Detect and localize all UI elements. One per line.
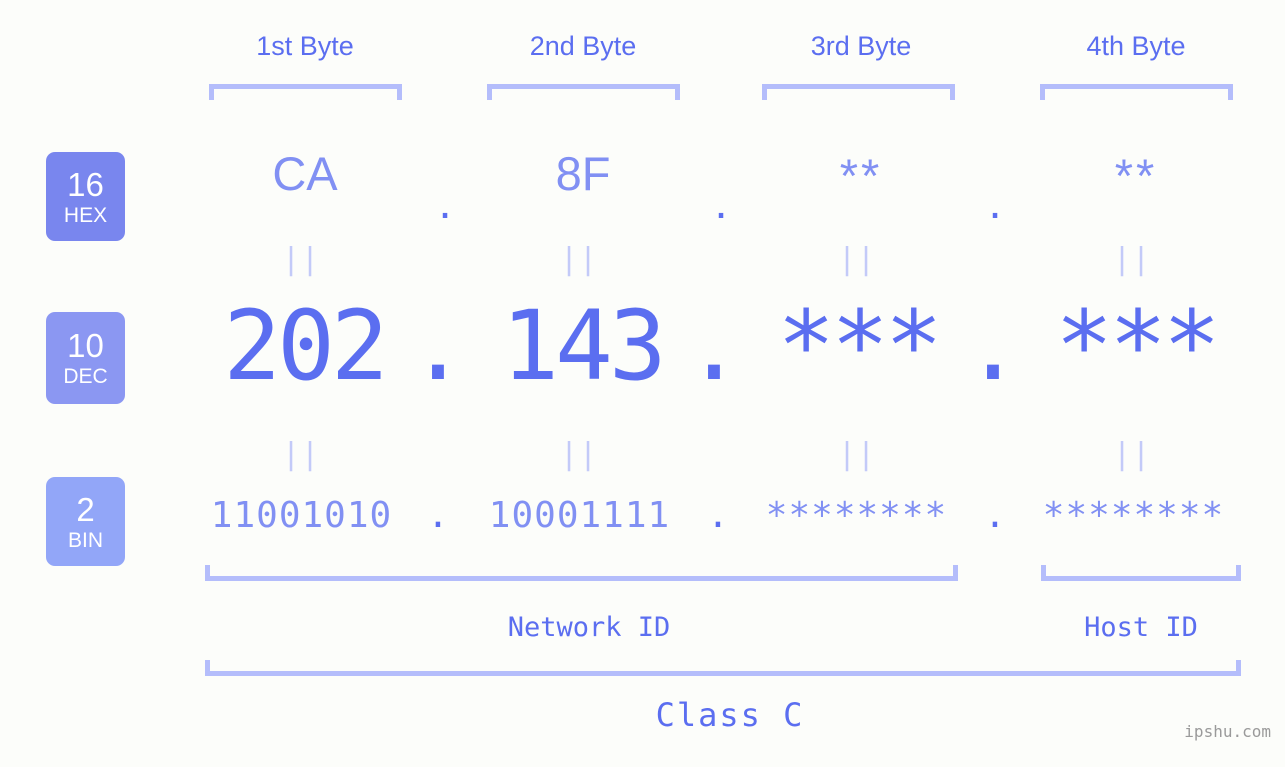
host-id-label: Host ID (1084, 612, 1198, 643)
radix-badge-hex: 16 HEX (46, 152, 125, 241)
bin-byte-3: ******** (765, 495, 948, 536)
radix-badge-hex-abbr: HEX (63, 203, 108, 227)
byte-header-4: 4th Byte (1086, 31, 1186, 61)
dec-byte-1: 202 (223, 290, 388, 402)
hex-byte-3: ** (839, 149, 883, 202)
equality-connector-2-2: || (559, 437, 599, 472)
dec-separator-3: . (964, 290, 1022, 402)
equality-connector-1-1: || (281, 242, 321, 277)
radix-badge-hex-number: 16 (67, 165, 104, 203)
network-id-label: Network ID (507, 612, 671, 643)
byte-header-3: 3rd Byte (810, 31, 912, 61)
hex-separator-3: . (988, 175, 1002, 228)
dec-byte-4: *** (1055, 290, 1220, 402)
hex-separator-2: . (714, 175, 728, 228)
equality-connector-2-1: || (281, 437, 321, 472)
byte-bracket-1 (209, 84, 402, 100)
bin-separator-2: . (707, 495, 729, 536)
equality-connector-2-4: || (1112, 437, 1152, 472)
bin-byte-1: 11001010 (210, 495, 393, 536)
byte-bracket-4 (1040, 84, 1233, 100)
byte-header-1: 1st Byte (256, 31, 354, 61)
dec-byte-3: *** (777, 290, 942, 402)
bin-byte-4: ******** (1042, 495, 1225, 536)
class-bracket (205, 660, 1241, 676)
radix-badge-bin-number: 2 (76, 490, 95, 528)
site-watermark: ipshu.com (1184, 722, 1271, 741)
hex-byte-1: CA (272, 147, 338, 200)
radix-badge-dec-abbr: DEC (63, 365, 108, 388)
radix-badge-dec: 10 DEC (46, 312, 125, 404)
dec-byte-2: 143 (501, 290, 666, 402)
equality-connector-1-4: || (1112, 242, 1152, 277)
equality-connector-1-2: || (559, 242, 599, 277)
dec-separator-2: . (685, 290, 743, 402)
radix-badge-bin-abbr: BIN (67, 528, 103, 552)
ip-address-breakdown-diagram: 1st Byte 2nd Byte 3rd Byte 4th Byte 16 H… (0, 0, 1285, 767)
radix-badge-bin: 2 BIN (46, 477, 125, 566)
network-id-bracket (205, 565, 958, 581)
hex-byte-4: ** (1114, 149, 1158, 202)
byte-header-2: 2nd Byte (529, 31, 637, 61)
bin-byte-2: 10001111 (488, 495, 671, 536)
radix-badge-dec-number: 10 (67, 327, 104, 364)
host-id-bracket (1041, 565, 1241, 581)
byte-bracket-3 (762, 84, 955, 100)
bin-separator-3: . (984, 495, 1006, 536)
class-label: Class C (655, 696, 805, 734)
equality-connector-1-3: || (837, 242, 877, 277)
equality-connector-2-3: || (837, 437, 877, 472)
bin-separator-1: . (427, 495, 449, 536)
hex-separator-1: . (438, 175, 452, 228)
byte-bracket-2 (487, 84, 680, 100)
dec-separator-1: . (409, 290, 467, 402)
hex-byte-2: 8F (555, 147, 611, 200)
